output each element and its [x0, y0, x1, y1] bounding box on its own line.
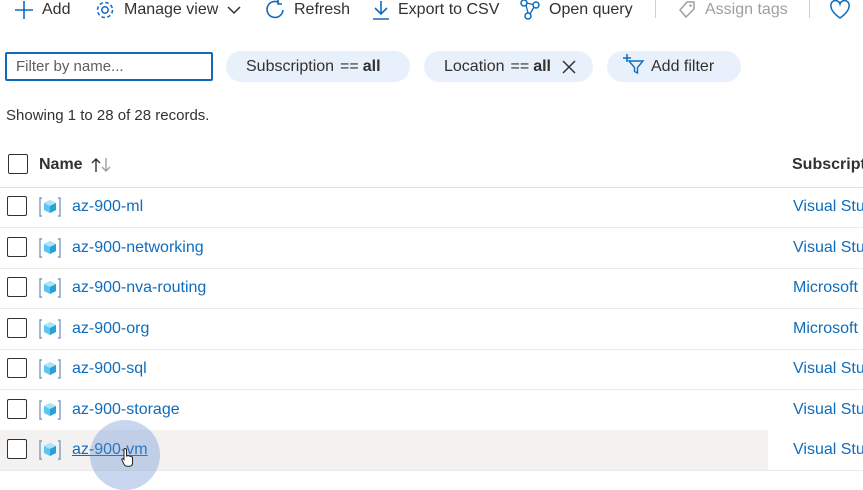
query-icon: [519, 0, 541, 21]
subscription-link[interactable]: Visual Stu: [793, 360, 863, 378]
table-row[interactable]: az-900-sql Visual Stu: [0, 349, 863, 390]
subscription-link[interactable]: Visual Stu: [793, 239, 863, 257]
table-row[interactable]: az-900-ml Visual Stu: [0, 187, 863, 228]
row-checkbox[interactable]: [7, 236, 27, 257]
favorite-button[interactable]: [829, 0, 851, 20]
add-button[interactable]: Add: [14, 0, 70, 20]
subscription-filter-value: all: [362, 57, 381, 75]
add-filter-label: Add filter: [651, 57, 715, 75]
row-checkbox[interactable]: [7, 439, 27, 459]
table-header: Name Subscript: [0, 145, 863, 188]
export-csv-label: Export to CSV: [398, 1, 500, 18]
gear-icon: [94, 0, 116, 21]
refresh-label: Refresh: [294, 1, 351, 18]
open-query-button[interactable]: Open query: [519, 0, 633, 20]
resource-group-icon: [38, 439, 62, 466]
filter-by-name-input[interactable]: [5, 52, 213, 81]
resource-group-icon: [38, 277, 62, 304]
resource-group-link[interactable]: az-900-nva-routing: [72, 279, 206, 297]
refresh-icon: [264, 0, 286, 21]
resource-group-icon: [38, 358, 62, 385]
add-filter-icon: [621, 53, 645, 80]
add-filter-button[interactable]: Add filter: [607, 51, 741, 82]
assign-tags-label: Assign tags: [705, 1, 788, 18]
sort-icon[interactable]: [91, 157, 113, 173]
subscription-link[interactable]: Microsoft: [793, 320, 858, 338]
resource-group-link[interactable]: az-900-vm: [72, 441, 148, 459]
row-checkbox[interactable]: [7, 358, 27, 378]
subscription-link[interactable]: Visual Stu: [793, 441, 863, 459]
chevron-down-icon: [227, 5, 241, 15]
heart-icon: [829, 0, 851, 20]
manage-view-button[interactable]: Manage view: [94, 0, 241, 20]
resource-group-link[interactable]: az-900-org: [72, 320, 149, 338]
subscription-column-header[interactable]: Subscript: [792, 156, 863, 174]
resource-group-icon: [38, 237, 62, 264]
add-icon: [14, 0, 34, 20]
row-checkbox[interactable]: [7, 317, 27, 338]
subscription-link[interactable]: Visual Stu: [793, 401, 863, 419]
toolbar-divider: [809, 0, 810, 18]
records-count: Showing 1 to 28 of 28 records.: [6, 107, 210, 124]
export-csv-button[interactable]: Export to CSV: [372, 0, 499, 20]
name-column-header[interactable]: Name: [39, 156, 113, 174]
subscription-filter-pill[interactable]: Subscription == all: [226, 51, 410, 82]
add-label: Add: [42, 1, 71, 18]
location-filter-pill[interactable]: Location == all: [424, 51, 593, 82]
resource-group-link[interactable]: az-900-sql: [72, 360, 147, 378]
resource-group-link[interactable]: az-900-networking: [72, 239, 204, 257]
table-row[interactable]: az-900-storage Visual Stu: [0, 390, 863, 431]
resource-group-link[interactable]: az-900-ml: [72, 198, 143, 216]
resource-group-link[interactable]: az-900-storage: [72, 401, 180, 419]
refresh-button[interactable]: Refresh: [264, 0, 350, 20]
location-filter-value: all: [533, 57, 551, 75]
tag-icon: [677, 0, 697, 20]
manage-view-label: Manage view: [124, 1, 219, 18]
subscription-link[interactable]: Microsoft: [793, 279, 858, 297]
name-column-label: Name: [39, 156, 83, 173]
toolbar-divider: [655, 0, 656, 18]
resource-group-icon: [38, 196, 62, 223]
download-icon: [372, 0, 390, 20]
resource-group-icon: [38, 399, 62, 426]
table-row[interactable]: az-900-org Microsoft: [0, 309, 863, 350]
location-filter-field: Location: [444, 57, 505, 75]
subscription-link[interactable]: Visual Stu: [793, 198, 863, 216]
resource-group-icon: [38, 318, 62, 345]
table-row[interactable]: az-900-vm Visual Stu: [0, 430, 863, 471]
assign-tags-button[interactable]: Assign tags: [677, 0, 788, 20]
table-row[interactable]: az-900-nva-routing Microsoft: [0, 268, 863, 309]
table-row[interactable]: az-900-networking Visual Stu: [0, 228, 863, 269]
row-checkbox[interactable]: [7, 196, 27, 216]
location-filter-operator: ==: [510, 57, 530, 75]
open-query-label: Open query: [549, 1, 633, 18]
row-checkbox[interactable]: [7, 398, 27, 419]
row-checkbox[interactable]: [7, 277, 27, 297]
subscription-filter-field: Subscription: [246, 57, 335, 75]
select-all-checkbox[interactable]: [8, 154, 28, 174]
command-bar: Add Manage view Refresh Export to CSV Op…: [0, 0, 863, 22]
subscription-filter-operator: ==: [340, 57, 359, 75]
close-icon[interactable]: [561, 59, 577, 75]
